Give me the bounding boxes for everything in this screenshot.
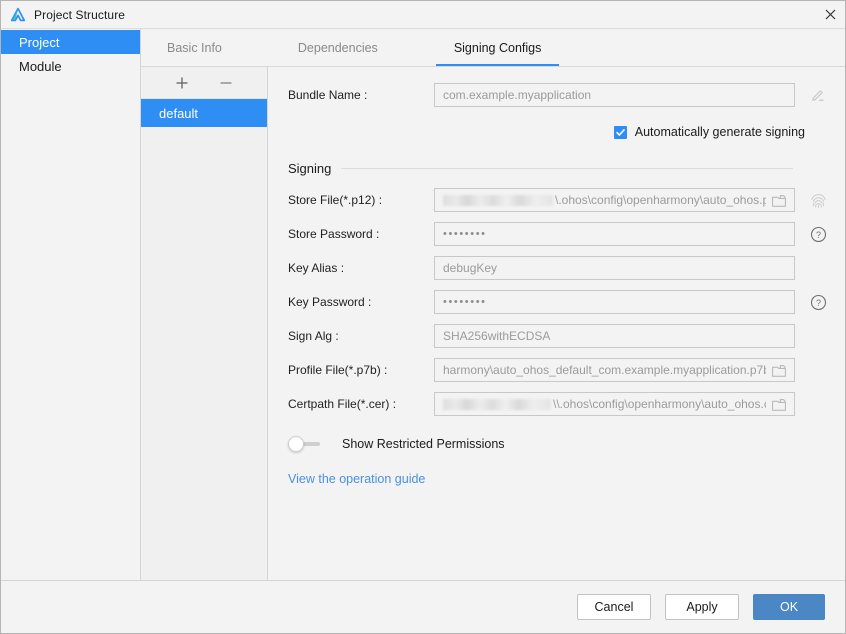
key-alias-row: Key Alias : debugKey bbox=[288, 256, 829, 280]
ok-button[interactable]: OK bbox=[753, 594, 825, 620]
config-list-item-default[interactable]: default bbox=[141, 99, 267, 127]
help-circle-icon[interactable]: ? bbox=[807, 291, 829, 313]
apply-button[interactable]: Apply bbox=[665, 594, 739, 620]
config-item-label: default bbox=[159, 105, 199, 121]
svg-text:?: ? bbox=[816, 298, 821, 308]
config-list-panel: default bbox=[141, 67, 268, 580]
key-alias-label: Key Alias : bbox=[288, 261, 345, 275]
show-restricted-permissions-label: Show Restricted Permissions bbox=[342, 437, 505, 451]
folder-icon[interactable] bbox=[770, 361, 788, 379]
show-restricted-permissions-row: Show Restricted Permissions bbox=[288, 436, 829, 452]
toggle-knob bbox=[288, 436, 304, 452]
store-file-value: \.ohos\config\openharmony\auto_ohos.p12 bbox=[555, 193, 767, 207]
sidebar-item-label: Module bbox=[19, 58, 62, 74]
dialog-body: Project Module Basic Info Dependencies S… bbox=[1, 29, 845, 581]
store-password-input[interactable]: •••••••• bbox=[434, 222, 796, 246]
sidebar-item-label: Project bbox=[19, 34, 60, 50]
store-password-label: Store Password : bbox=[288, 227, 380, 241]
tab-signing-configs[interactable]: Signing Configs bbox=[435, 30, 559, 66]
tab-basic-info[interactable]: Basic Info bbox=[157, 30, 232, 66]
bundle-name-value: com.example.myapplication bbox=[443, 88, 592, 102]
key-password-label: Key Password : bbox=[288, 295, 372, 309]
bundle-name-input[interactable]: com.example.myapplication bbox=[434, 83, 796, 107]
plus-icon[interactable] bbox=[173, 74, 191, 92]
bundle-name-label: Bundle Name : bbox=[288, 88, 368, 102]
sidebar: Project Module bbox=[1, 29, 141, 581]
tab-bar: Basic Info Dependencies Signing Configs bbox=[141, 29, 845, 67]
pencil-icon[interactable] bbox=[807, 84, 829, 106]
store-file-label: Store File(*.p12) : bbox=[288, 193, 383, 207]
dialog-footer: Cancel Apply OK bbox=[1, 581, 845, 633]
profile-file-input[interactable]: harmony\auto_ohos_default_com.example.my… bbox=[434, 358, 796, 382]
tab-dependencies[interactable]: Dependencies bbox=[288, 30, 388, 66]
config-list-toolbar bbox=[141, 67, 267, 99]
signing-configs-panel: default Bundle Name : com.example.myappl… bbox=[141, 67, 845, 580]
sign-alg-row: Sign Alg : SHA256withECDSA bbox=[288, 324, 829, 348]
signing-group-header: Signing bbox=[288, 161, 829, 176]
close-icon[interactable] bbox=[815, 1, 845, 28]
store-password-row: Store Password : •••••••• ? bbox=[288, 222, 829, 246]
auto-generate-signing-row: Automatically generate signing bbox=[288, 125, 829, 139]
cancel-button[interactable]: Cancel bbox=[577, 594, 651, 620]
profile-file-value: harmony\auto_ohos_default_com.example.my… bbox=[443, 363, 767, 377]
tab-label: Dependencies bbox=[297, 41, 378, 55]
help-circle-icon[interactable]: ? bbox=[807, 223, 829, 245]
redacted-path-prefix bbox=[443, 194, 553, 206]
store-file-row: Store File(*.p12) : \.ohos\config\openha… bbox=[288, 188, 829, 212]
profile-file-row: Profile File(*.p7b) : harmony\auto_ohos_… bbox=[288, 358, 829, 382]
key-password-value: •••••••• bbox=[443, 296, 487, 308]
key-alias-value: debugKey bbox=[443, 261, 498, 275]
sign-alg-input[interactable]: SHA256withECDSA bbox=[434, 324, 796, 348]
auto-generate-signing-checkbox[interactable] bbox=[613, 125, 627, 139]
certpath-file-row: Certpath File(*.cer) : \\.ohos\config\op… bbox=[288, 392, 829, 416]
profile-file-label: Profile File(*.p7b) : bbox=[288, 363, 388, 377]
auto-generate-signing-label: Automatically generate signing bbox=[634, 125, 805, 139]
store-password-value: •••••••• bbox=[443, 228, 487, 240]
signing-form: Bundle Name : com.example.myapplication bbox=[268, 67, 845, 580]
sidebar-item-project[interactable]: Project bbox=[1, 30, 140, 54]
show-restricted-permissions-toggle[interactable] bbox=[288, 436, 322, 452]
key-password-input[interactable]: •••••••• bbox=[434, 290, 796, 314]
project-structure-dialog: Project Structure Project Module Basic I… bbox=[0, 0, 846, 634]
title-bar: Project Structure bbox=[1, 1, 845, 29]
sidebar-item-module[interactable]: Module bbox=[1, 54, 140, 78]
harmonyos-logo-icon bbox=[9, 6, 27, 24]
folder-icon[interactable] bbox=[770, 191, 788, 209]
store-file-input[interactable]: \.ohos\config\openharmony\auto_ohos.p12 bbox=[434, 188, 796, 212]
window-title: Project Structure bbox=[34, 7, 126, 22]
redacted-path-prefix bbox=[443, 398, 551, 410]
minus-icon[interactable] bbox=[217, 74, 235, 92]
certpath-file-input[interactable]: \\.ohos\config\openharmony\auto_ohos.cer bbox=[434, 392, 796, 416]
svg-text:?: ? bbox=[816, 230, 821, 240]
signing-group-title: Signing bbox=[288, 161, 332, 176]
group-divider bbox=[341, 168, 793, 169]
fingerprint-icon[interactable] bbox=[807, 189, 829, 211]
folder-icon[interactable] bbox=[770, 395, 788, 413]
key-password-row: Key Password : •••••••• ? bbox=[288, 290, 829, 314]
key-alias-input[interactable]: debugKey bbox=[434, 256, 796, 280]
sign-alg-value: SHA256withECDSA bbox=[443, 329, 551, 343]
content-area: Basic Info Dependencies Signing Configs bbox=[141, 29, 845, 581]
certpath-file-value: \\.ohos\config\openharmony\auto_ohos.cer bbox=[553, 397, 767, 411]
certpath-file-label: Certpath File(*.cer) : bbox=[288, 397, 397, 411]
tab-label: Basic Info bbox=[167, 41, 222, 55]
bundle-name-row: Bundle Name : com.example.myapplication bbox=[288, 83, 829, 107]
operation-guide-link[interactable]: View the operation guide bbox=[288, 472, 425, 486]
tab-label: Signing Configs bbox=[453, 41, 542, 55]
sign-alg-label: Sign Alg : bbox=[288, 329, 339, 343]
